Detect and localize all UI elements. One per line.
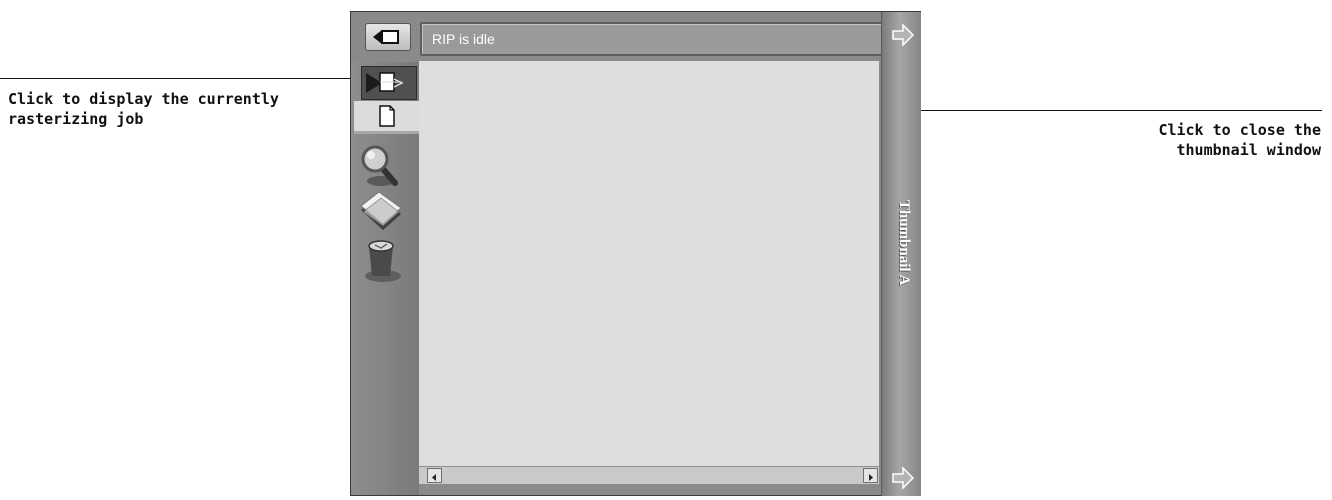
- scroll-right-button[interactable]: [863, 468, 878, 483]
- current-job-button[interactable]: [361, 66, 417, 100]
- callout-line-left: [0, 78, 368, 79]
- current-job-arrow-icon: [366, 72, 404, 93]
- back-button[interactable]: [365, 23, 411, 51]
- status-text: RIP is idle: [432, 31, 495, 47]
- trash-icon[interactable]: [357, 234, 407, 284]
- callout-right-text: Click to close the thumbnail window: [1158, 121, 1321, 159]
- callout-line-right: [896, 110, 1322, 111]
- callout-left-text: Click to display the currently rasterizi…: [8, 90, 279, 128]
- panel-title: Thumbnail A: [896, 200, 912, 286]
- scroll-left-icon: [432, 474, 436, 481]
- thumbnail-content-area[interactable]: [419, 61, 879, 477]
- scroll-left-button[interactable]: [427, 468, 442, 483]
- document-icon: [379, 105, 395, 127]
- scroll-right-icon: [869, 474, 873, 481]
- magnifier-icon[interactable]: [357, 141, 407, 191]
- status-bar: RIP is idle: [420, 22, 884, 56]
- right-arrow-icon[interactable]: [890, 465, 916, 491]
- stacked-sheets-icon[interactable]: [357, 188, 407, 238]
- thumbnail-window: RIP is idle Thumbnail A: [350, 11, 921, 496]
- horizontal-scrollbar[interactable]: [419, 466, 879, 484]
- right-arrow-icon[interactable]: [890, 22, 916, 48]
- back-arrow-icon: [373, 30, 399, 44]
- job-tab[interactable]: [354, 101, 419, 134]
- close-thumbnail-panel[interactable]: Thumbnail A: [881, 12, 921, 496]
